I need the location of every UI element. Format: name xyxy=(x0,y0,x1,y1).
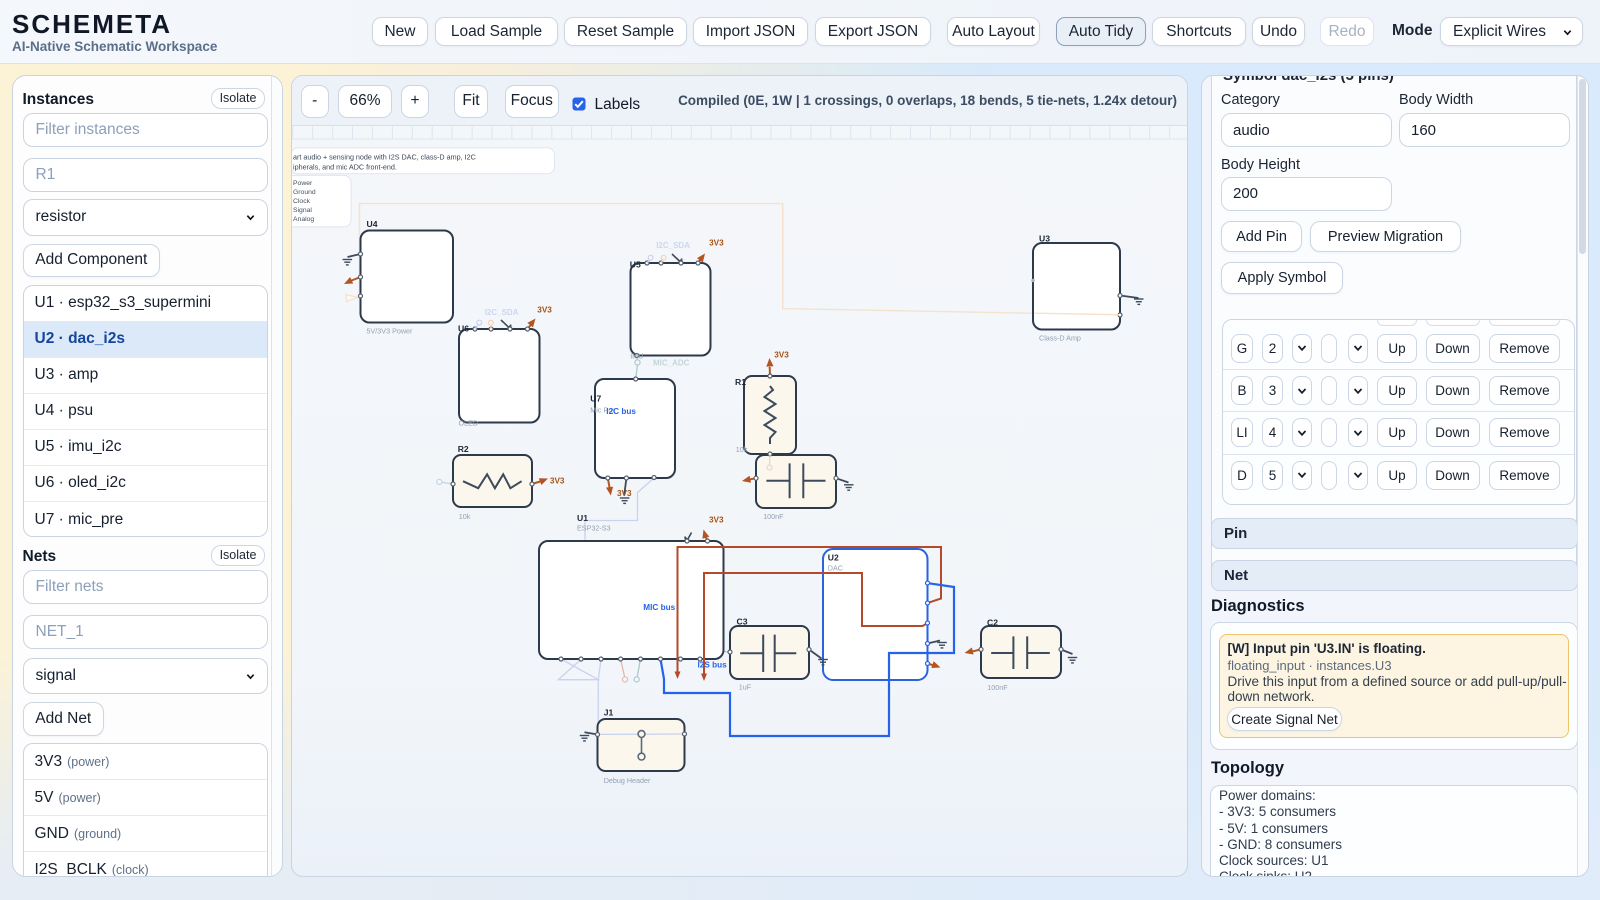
svg-text:3V3: 3V3 xyxy=(709,516,724,525)
svg-text:R2: R2 xyxy=(458,444,469,454)
svg-text:MIC_ADC: MIC_ADC xyxy=(653,359,690,368)
svg-text:U2: U2 xyxy=(828,553,839,563)
svg-text:Class-D Amp: Class-D Amp xyxy=(1039,334,1081,343)
svg-text:DAC: DAC xyxy=(828,564,843,573)
svg-text:3V3: 3V3 xyxy=(774,351,789,360)
svg-text:I2C_SDA: I2C_SDA xyxy=(485,308,519,317)
svg-text:10k: 10k xyxy=(459,512,471,521)
svg-text:R1: R1 xyxy=(735,377,746,387)
svg-text:OLED: OLED xyxy=(459,419,479,428)
svg-text:J1: J1 xyxy=(604,708,614,718)
svg-text:MIC bus: MIC bus xyxy=(643,603,675,612)
svg-text:3V3: 3V3 xyxy=(617,489,632,498)
svg-text:U5: U5 xyxy=(630,260,641,270)
svg-text:IMU: IMU xyxy=(630,352,643,361)
svg-text:I2C_SDA: I2C_SDA xyxy=(656,241,690,250)
svg-text:3V3: 3V3 xyxy=(709,239,724,248)
svg-text:I2C bus: I2C bus xyxy=(606,407,636,416)
svg-text:Debug Header: Debug Header xyxy=(604,776,651,785)
svg-text:Signal: Signal xyxy=(293,207,312,214)
svg-text:100nF: 100nF xyxy=(987,683,1008,692)
svg-text:10k: 10k xyxy=(736,445,748,454)
svg-text:5V/3V3 Power: 5V/3V3 Power xyxy=(367,327,414,336)
svg-text:U3: U3 xyxy=(1039,234,1050,244)
svg-text:C2: C2 xyxy=(987,618,998,628)
svg-text:ESP32-S3: ESP32-S3 xyxy=(577,524,611,533)
svg-text:Clock: Clock xyxy=(293,198,311,205)
svg-text:100nF: 100nF xyxy=(763,512,784,521)
svg-text:3V3: 3V3 xyxy=(537,306,552,315)
svg-text:Ground: Ground xyxy=(293,189,316,196)
svg-text:U1: U1 xyxy=(577,513,588,523)
svg-text:3V3: 3V3 xyxy=(550,477,565,486)
svg-text:Power: Power xyxy=(293,180,313,187)
svg-text:Analog: Analog xyxy=(293,216,314,223)
svg-text:U6: U6 xyxy=(458,324,469,334)
svg-text:U7: U7 xyxy=(590,394,601,404)
svg-text:art audio + sensing node with: art audio + sensing node with I2S DAC, c… xyxy=(293,153,476,162)
svg-text:ipherals, and mic ADC front-en: ipherals, and mic ADC front-end. xyxy=(293,163,397,172)
svg-text:U4: U4 xyxy=(367,219,378,229)
svg-text:C3: C3 xyxy=(737,617,748,627)
svg-text:1uF: 1uF xyxy=(739,683,752,692)
svg-text:I2S bus: I2S bus xyxy=(698,661,728,670)
